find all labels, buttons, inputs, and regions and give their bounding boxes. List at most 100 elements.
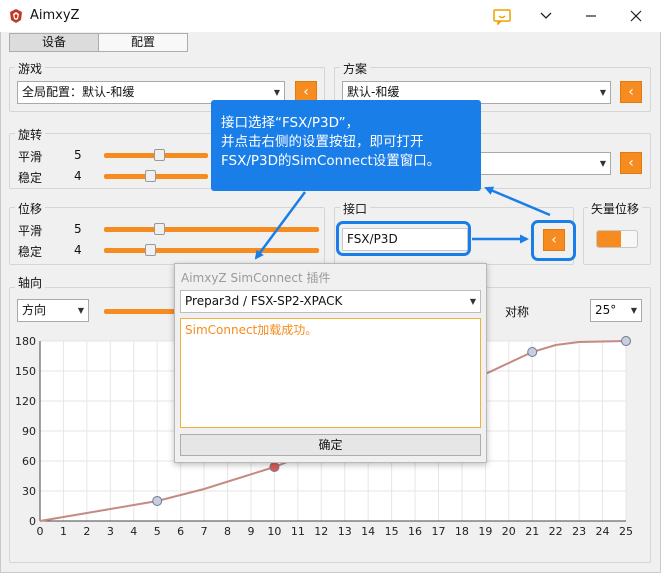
minimize-line-button[interactable] xyxy=(580,6,602,26)
interface-group-label: 接口 xyxy=(340,200,371,217)
callout-line-3: FSX/P3D的SimConnect设置窗口。 xyxy=(221,153,441,169)
chart-y-tick-label: 180 xyxy=(15,335,36,348)
chevron-left-icon: ‹ xyxy=(628,155,634,171)
close-icon xyxy=(630,10,642,22)
chart-x-tick-label: 12 xyxy=(314,525,328,538)
dropdown-arrow-icon: ▼ xyxy=(599,159,606,168)
minimize-icon xyxy=(586,15,596,17)
rotation-steady-slider-thumb[interactable] xyxy=(145,170,156,182)
chevron-left-icon: ‹ xyxy=(303,84,309,100)
chart-x-tick-label: 14 xyxy=(361,525,375,538)
chart-x-tick-label: 16 xyxy=(408,525,422,538)
axis-direction-value: 方向 xyxy=(22,303,47,317)
tab-device[interactable]: 设备 xyxy=(9,33,99,52)
symmetric-label: 对称 xyxy=(505,305,530,319)
callout-line-1: 接口选择“FSX/P3D”， xyxy=(221,115,360,131)
displacement-smooth-slider[interactable] xyxy=(104,227,319,232)
scheme-group-label: 方案 xyxy=(340,60,371,77)
app-logo-icon xyxy=(10,9,22,23)
interface-button-highlight xyxy=(531,220,576,261)
chart-control-point[interactable] xyxy=(621,336,631,346)
rotation-smooth-label: 平滑 xyxy=(18,150,43,164)
chart-x-tick-label: 24 xyxy=(596,525,610,538)
chart-x-tick-label: 3 xyxy=(107,525,114,538)
displacement-steady-slider[interactable] xyxy=(104,248,319,253)
chart-x-tick-label: 17 xyxy=(431,525,445,538)
displacement-smooth-value: 5 xyxy=(74,222,82,236)
chart-y-tick-label: 90 xyxy=(22,425,36,438)
chart-x-tick-label: 25 xyxy=(619,525,633,538)
chart-x-tick-label: 19 xyxy=(478,525,492,538)
chart-y-tick-label: 150 xyxy=(15,365,36,378)
chart-x-tick-label: 21 xyxy=(525,525,539,538)
chevron-down-icon xyxy=(540,12,552,19)
rotation-scheme-select[interactable]: ▼ xyxy=(460,152,611,175)
dropdown-arrow-icon: ▼ xyxy=(599,88,606,97)
axis-direction-select[interactable]: 方向 ▼ xyxy=(17,299,89,322)
dialog-ok-button[interactable]: 确定 xyxy=(180,434,481,456)
simconnect-dialog: AimxyZ SimConnect 插件 Prepar3d / FSX-SP2-… xyxy=(174,263,487,463)
vector-toggle[interactable] xyxy=(596,230,638,248)
feedback-icon[interactable] xyxy=(493,9,511,25)
displacement-group-label: 位移 xyxy=(15,200,46,217)
dropdown-arrow-icon: ▼ xyxy=(469,297,476,306)
angle-select[interactable]: 25° ▼ xyxy=(590,299,642,322)
chart-x-tick-label: 20 xyxy=(502,525,516,538)
chart-x-tick-label: 7 xyxy=(201,525,208,538)
chevron-left-icon: ‹ xyxy=(628,84,634,100)
chart-x-tick-label: 5 xyxy=(154,525,161,538)
close-button[interactable] xyxy=(625,6,647,26)
chart-x-tick-label: 0 xyxy=(37,525,44,538)
rotation-steady-label: 稳定 xyxy=(18,171,43,185)
scheme-settings-button[interactable]: ‹ xyxy=(620,81,642,103)
rotation-steady-slider[interactable] xyxy=(104,174,208,179)
dialog-simulator-select[interactable]: Prepar3d / FSX-SP2-XPACK ▼ xyxy=(180,290,481,313)
chart-x-tick-label: 13 xyxy=(338,525,352,538)
rotation-scheme-settings-button[interactable]: ‹ xyxy=(620,152,642,174)
rotation-smooth-value: 5 xyxy=(74,148,82,162)
game-select-value: 全局配置：默认-和缓 xyxy=(22,85,135,99)
displacement-smooth-slider-thumb[interactable] xyxy=(154,223,165,235)
axis-slider[interactable] xyxy=(104,309,184,314)
chart-x-tick-label: 23 xyxy=(572,525,586,538)
dialog-title: AimxyZ SimConnect 插件 xyxy=(181,271,331,285)
chart-x-tick-label: 9 xyxy=(247,525,254,538)
displacement-steady-label: 稳定 xyxy=(18,245,43,259)
chart-control-point[interactable] xyxy=(152,496,163,506)
dialog-log-message: SimConnect加载成功。 xyxy=(185,323,318,337)
callout-line-2: 并点击右侧的设置按钮，即可打开 xyxy=(221,134,424,150)
chart-control-point[interactable] xyxy=(527,347,538,357)
interface-highlight xyxy=(336,221,471,256)
chart-x-tick-label: 6 xyxy=(177,525,184,538)
chart-x-tick-label: 15 xyxy=(385,525,399,538)
chart-x-tick-label: 8 xyxy=(224,525,231,538)
dialog-log-area[interactable]: SimConnect加载成功。 xyxy=(180,318,481,428)
title-bar xyxy=(0,0,661,32)
help-callout: 接口选择“FSX/P3D”， 并点击右侧的设置按钮，即可打开 FSX/P3D的S… xyxy=(211,100,481,191)
chart-y-tick-label: 60 xyxy=(22,455,36,468)
displacement-steady-slider-thumb[interactable] xyxy=(145,244,156,256)
dropdown-arrow-icon: ▼ xyxy=(77,306,84,315)
chart-y-tick-label: 120 xyxy=(15,395,36,408)
chart-y-tick-label: 0 xyxy=(29,515,36,528)
minimize-button[interactable] xyxy=(535,6,557,26)
vector-toggle-on xyxy=(597,231,621,247)
rotation-group-label: 旋转 xyxy=(15,126,46,143)
tab-config[interactable]: 配置 xyxy=(98,33,188,52)
chart-y-tick-label: 30 xyxy=(22,485,36,498)
scheme-select-value: 默认-和缓 xyxy=(347,85,400,99)
axis-group-label: 轴向 xyxy=(15,274,46,291)
window-title: AimxyZ xyxy=(30,8,80,23)
rotation-steady-value: 4 xyxy=(74,169,82,183)
game-group-label: 游戏 xyxy=(15,60,46,77)
chart-x-tick-label: 1 xyxy=(60,525,67,538)
chart-x-tick-label: 2 xyxy=(83,525,90,538)
chart-x-tick-label: 11 xyxy=(291,525,305,538)
dropdown-arrow-icon: ▼ xyxy=(630,306,637,315)
displacement-group xyxy=(9,207,325,265)
chart-x-tick-label: 10 xyxy=(267,525,281,538)
rotation-smooth-slider-thumb[interactable] xyxy=(154,149,165,161)
vector-group-label: 矢量位移 xyxy=(588,200,643,217)
chart-control-point[interactable] xyxy=(269,462,280,472)
chart-x-tick-label: 4 xyxy=(130,525,137,538)
